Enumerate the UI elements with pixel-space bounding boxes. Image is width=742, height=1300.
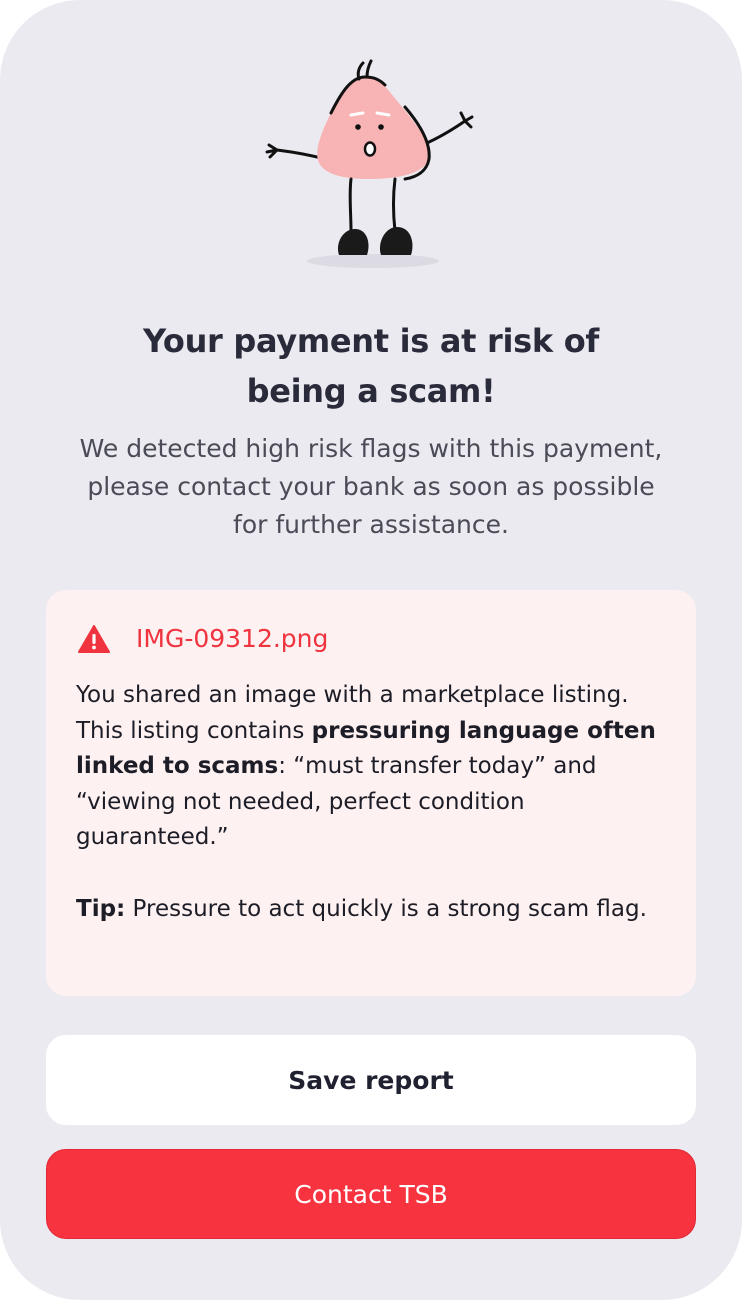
flagged-file-name: IMG-09312.png <box>136 624 329 653</box>
phone-screen: Your payment is at risk of being a scam!… <box>0 0 742 1300</box>
alert-headline-line1: Your payment is at risk of <box>142 322 600 360</box>
risk-tip: Tip: Pressure to act quickly is a strong… <box>76 892 666 928</box>
alert-description-line3: for further assistance. <box>233 510 509 539</box>
risk-tip-label: Tip: <box>76 896 126 922</box>
warning-triangle-icon <box>78 625 110 653</box>
alert-description-line1: We detected high risk flags with this pa… <box>79 434 663 463</box>
risk-details-card: IMG-09312.png You shared an image with a… <box>46 590 696 996</box>
risk-tip-text: Pressure to act quickly is a strong scam… <box>125 896 647 922</box>
contact-bank-button[interactable]: Contact TSB <box>46 1149 696 1239</box>
worried-character-illustration <box>265 59 474 268</box>
save-report-button[interactable]: Save report <box>46 1035 696 1125</box>
risk-explanation-text: You shared an image with a marketplace l… <box>76 678 676 856</box>
risk-details-header: IMG-09312.png <box>78 620 328 658</box>
alert-description-line2: please contact your bank as soon as poss… <box>87 472 655 501</box>
alert-description: We detected high risk flags with this pa… <box>40 430 702 544</box>
alert-headline: Your payment is at risk of being a scam! <box>60 316 682 416</box>
alert-headline-line2: being a scam! <box>246 372 496 410</box>
